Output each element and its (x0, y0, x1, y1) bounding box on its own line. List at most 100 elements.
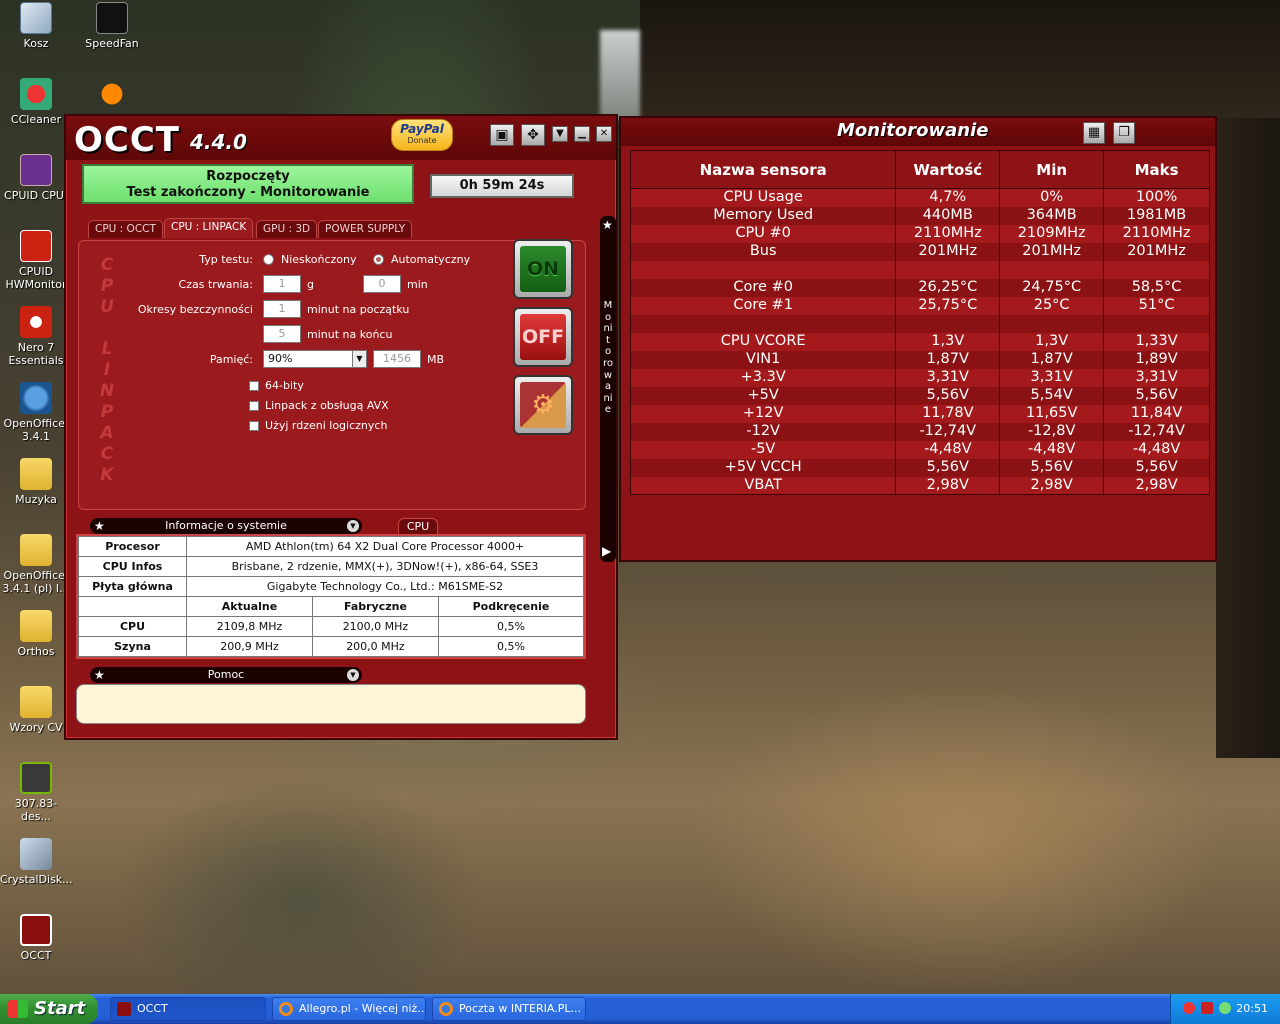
start-button[interactable]: Start (0, 994, 98, 1024)
calculator-icon: ▦ (1087, 125, 1101, 140)
help-section-bar[interactable]: ★ Pomoc ▼ (90, 667, 362, 683)
screenshot-button[interactable]: ▣ (490, 124, 514, 146)
memory-select[interactable]: 90% ▼ (263, 350, 367, 368)
table-row: Płyta główna Gigabyte Technology Co., Lt… (78, 576, 584, 597)
tab-cpu-linpack[interactable]: CPU : LINPACK (164, 218, 254, 238)
minimize-button[interactable]: ▁ (574, 126, 590, 142)
desktop-icon-kosz[interactable]: Kosz (0, 2, 72, 50)
sensor-max-cell (1103, 314, 1210, 333)
sensor-value-cell: 4,7% (895, 188, 1001, 207)
paypal-donate-button[interactable]: PayPal Donate (391, 119, 453, 151)
chevron-down-icon: ▼ (347, 520, 359, 532)
idle-end-unit: minut na końcu (307, 328, 393, 341)
monitoring-titlebar[interactable]: Monitorowanie ▦ ❐ (621, 118, 1215, 146)
checkbox-avx[interactable] (249, 401, 259, 411)
desktop-icon-muzyka[interactable]: Muzyka (0, 458, 72, 506)
table-row: CPU Usage 4,7% 0% 100% (629, 188, 1210, 207)
tab-cpu-occt[interactable]: CPU : OCCT (88, 220, 163, 238)
settings-button[interactable]: ⚙ (513, 375, 573, 435)
sensor-max-cell: 5,56V (1103, 386, 1210, 405)
desktop-icon-wzory-cv[interactable]: Wzory CV (0, 686, 72, 734)
sensor-name-cell: +3.3V (629, 368, 897, 387)
radio-infinite[interactable] (263, 254, 274, 265)
sensor-max-cell: 3,31V (1103, 368, 1210, 387)
memory-mb-input[interactable]: 1456 (373, 350, 421, 368)
move-icon: ✥ (527, 127, 539, 143)
sensor-max-cell (1103, 260, 1210, 279)
sensor-min-cell: 364MB (999, 206, 1105, 225)
monitoring-side-strip[interactable]: ★ Monitorowanie ▶ (600, 216, 616, 562)
sensor-name-cell: Core #1 (629, 296, 897, 315)
desktop-icon-ccleaner[interactable]: CCleaner (0, 78, 72, 126)
desktop-icon-openoffice[interactable]: OpenOffice. 3.4.1 (0, 382, 72, 443)
dropdown-button[interactable]: ▼ (552, 126, 568, 142)
star-icon: ★ (94, 519, 105, 533)
checkbox-64bit[interactable] (249, 381, 259, 391)
on-button[interactable]: ON (513, 239, 573, 299)
sensor-min-cell: 5,56V (999, 458, 1105, 477)
table-row: -5V -4,48V -4,48V -4,48V (629, 440, 1210, 459)
desktop-icon-speedfan[interactable]: SpeedFan (76, 2, 148, 50)
sensor-max-cell: 2110MHz (1103, 224, 1210, 243)
sensor-value-cell: 440MB (895, 206, 1001, 225)
col-value: Wartość (895, 150, 1001, 189)
tray-icon-network[interactable] (1219, 1002, 1231, 1014)
sensor-name-cell (629, 314, 897, 333)
taskbar-item-allegro[interactable]: Allegro.pl - Więcej niż... (272, 997, 426, 1021)
table-row: CPU 2109,8 MHz 2100,0 MHz 0,5% (78, 616, 585, 637)
desktop-icon-orthos[interactable]: Orthos (0, 610, 72, 658)
desktop-icon-openoffice-installer[interactable]: OpenOffice. 3.4.1 (pl) I... (0, 534, 72, 595)
sensor-value-cell: 11,78V (895, 404, 1001, 423)
sensor-name-cell: +12V (629, 404, 897, 423)
desktop-icon-cpuz[interactable]: CPUID CPU- (0, 154, 72, 202)
desktop-icon-avast[interactable] (76, 78, 148, 113)
wallpaper-waterfall (600, 30, 640, 120)
taskbar-item-interia[interactable]: Poczta w INTERIA.PL... (432, 997, 586, 1021)
tray-icon-shield[interactable] (1201, 1002, 1213, 1014)
duration-hours-input[interactable]: 1 (263, 275, 301, 293)
windows-flag-icon (8, 1000, 28, 1018)
table-row: VBAT 2,98V 2,98V 2,98V (629, 476, 1210, 495)
desktop-icon-nero[interactable]: Nero 7 Essentials (0, 306, 72, 367)
sensor-value-cell: 25,75°C (895, 296, 1001, 315)
sensor-max-cell: 2,98V (1103, 476, 1210, 495)
table-row: Core #0 26,25°C 24,75°C 58,5°C (629, 278, 1210, 297)
duration-minutes-input[interactable]: 0 (363, 275, 401, 293)
sensor-value-cell: 1,87V (895, 350, 1001, 369)
tray-icon-security[interactable] (1183, 1002, 1195, 1014)
desktop-icon-occt[interactable]: OCCT (0, 914, 72, 962)
table-row: CPU VCORE 1,3V 1,3V 1,33V (629, 332, 1210, 351)
radio-automatic-label: Automatyczny (391, 253, 471, 266)
desktop-icon-hwmonitor[interactable]: CPUID HWMonitor (0, 230, 72, 291)
desktop-icon-nvidia[interactable]: 307.83-des... (0, 762, 72, 823)
idle-start-input[interactable]: 1 (263, 300, 301, 318)
checkbox-logical-cores[interactable] (249, 421, 259, 431)
occt-header[interactable]: OCCT 4.4.0 PayPal Donate ▣ ✥ ▼ ▁ ✕ (66, 116, 616, 160)
close-button[interactable]: ✕ (596, 126, 612, 142)
tab-sysinfo-cpu[interactable]: CPU (398, 518, 438, 534)
sensor-max-cell: 11,84V (1103, 404, 1210, 423)
detach-button[interactable]: ❐ (1113, 122, 1135, 144)
col-overclock: Podkręcenie (437, 596, 585, 617)
idle-end-input[interactable]: 5 (263, 325, 301, 343)
monitoring-title: Monitorowanie (837, 120, 989, 141)
sensor-min-cell (999, 314, 1105, 333)
sensor-name-cell: Core #0 (629, 278, 897, 297)
idle-start-unit: minut na początku (307, 303, 410, 316)
mobo-label: Płyta główna (78, 576, 187, 597)
close-icon: ✕ (599, 128, 609, 139)
taskbar-item-occt[interactable]: OCCT (110, 997, 266, 1021)
tab-gpu-3d[interactable]: GPU : 3D (256, 220, 318, 238)
move-button[interactable]: ✥ (521, 124, 545, 146)
off-button[interactable]: OFF (513, 307, 573, 367)
sensor-name-cell: Memory Used (629, 206, 897, 225)
tab-power-supply[interactable]: POWER SUPPLY (318, 220, 413, 238)
calculator-button[interactable]: ▦ (1083, 122, 1105, 144)
fan-icon (96, 2, 128, 34)
radio-automatic[interactable] (373, 254, 384, 265)
sysinfo-section-bar[interactable]: ★ Informacje o systemie ▼ (90, 518, 362, 534)
sensor-min-cell: 2109MHz (999, 224, 1105, 243)
sensor-min-cell: 11,65V (999, 404, 1105, 423)
desktop-icon-crystaldisk[interactable]: CrystalDisk... (0, 838, 73, 886)
table-row: Bus 201MHz 201MHz 201MHz (629, 242, 1210, 261)
